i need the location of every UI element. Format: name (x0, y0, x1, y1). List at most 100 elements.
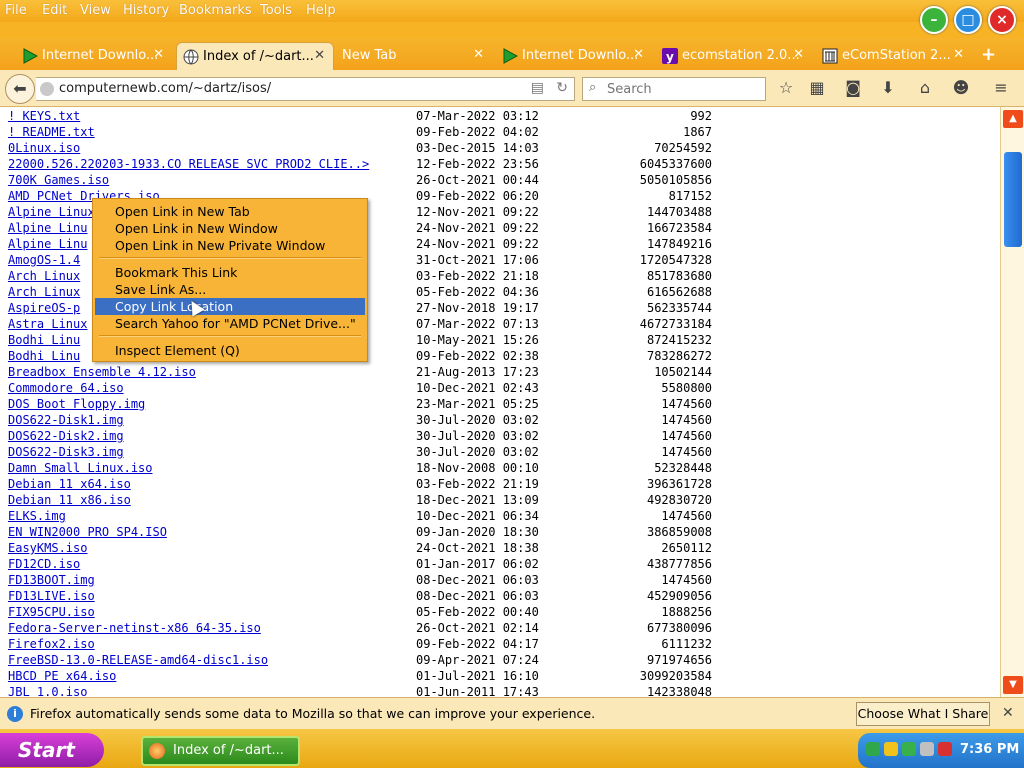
file-link[interactable]: ! KEYS.txt (8, 108, 80, 124)
file-link[interactable]: Debian 11 x64.iso (8, 476, 131, 492)
menu-tools[interactable]: Tools (260, 3, 292, 18)
file-link[interactable]: EN WIN2000 PRO SP4.ISO (8, 524, 167, 540)
file-link[interactable]: Alpine Linu (8, 236, 87, 252)
scroll-up-button[interactable]: ▲ (1003, 110, 1023, 128)
file-size: 2650112 (661, 541, 712, 555)
file-link[interactable]: 700K Games.iso (8, 172, 109, 188)
tab-close-icon[interactable]: ✕ (153, 47, 164, 62)
bookmarks-list-icon[interactable]: ▦ (806, 78, 828, 98)
tab-close-icon[interactable]: ✕ (793, 47, 804, 62)
chat-icon[interactable]: ☻ (950, 78, 972, 98)
close-notification-icon[interactable]: ✕ (1002, 705, 1014, 721)
tab-internet-download-1[interactable]: Internet Downlo... ✕ (16, 42, 172, 70)
home-icon[interactable]: ⌂ (914, 78, 936, 98)
file-link[interactable]: Fedora-Server-netinst-x86 64-35.iso (8, 620, 261, 636)
menu-open-link-private-window[interactable]: Open Link in New Private Window (95, 237, 365, 254)
tools-icon[interactable] (920, 742, 934, 756)
file-link[interactable]: Arch Linux (8, 284, 80, 300)
choose-what-i-share-button[interactable]: Choose What I Share (856, 702, 990, 726)
minimize-button[interactable]: – (920, 6, 948, 34)
file-link[interactable]: HBCD PE x64.iso (8, 668, 116, 684)
file-link[interactable]: Debian 11 x86.iso (8, 492, 131, 508)
file-link[interactable]: Arch Linux (8, 268, 80, 284)
menu-history[interactable]: History (123, 3, 169, 18)
file-link[interactable]: 22000.526.220203-1933.CO RELEASE SVC PRO… (8, 156, 369, 172)
tab-close-icon[interactable]: ✕ (633, 47, 644, 62)
menu-view[interactable]: View (80, 3, 111, 18)
antivirus-icon[interactable] (902, 742, 916, 756)
file-link[interactable]: FD13LIVE.iso (8, 588, 95, 604)
new-tab-button[interactable]: + (981, 44, 996, 65)
file-link[interactable]: FreeBSD-13.0-RELEASE-amd64-disc1.iso (8, 652, 268, 668)
vertical-scrollbar[interactable]: ▲ ▼ (1000, 107, 1024, 697)
file-date: 03-Dec-2015 14:03 (416, 141, 539, 155)
file-link[interactable]: EasyKMS.iso (8, 540, 87, 556)
menu-bookmarks[interactable]: Bookmarks (179, 3, 252, 18)
hamburger-menu-icon[interactable]: ≡ (990, 78, 1012, 98)
file-link[interactable]: DOS622-Disk1.img (8, 412, 124, 428)
menu-copy-link-location[interactable]: Copy Link Location (95, 298, 365, 315)
file-link[interactable]: Alpine Linux (8, 204, 95, 220)
file-link[interactable]: Astra Linux (8, 316, 87, 332)
search-box[interactable]: ⌕ (582, 77, 766, 101)
reload-icon[interactable]: ↻ (556, 80, 568, 96)
file-link[interactable]: Damn Small Linux.iso (8, 460, 153, 476)
file-link[interactable]: Alpine Linu (8, 220, 87, 236)
site-info-icon[interactable] (40, 82, 54, 96)
tab-index-of-dartz[interactable]: Index of /~dart... ✕ (176, 42, 334, 71)
file-link[interactable]: JBL 1.0.iso (8, 684, 87, 697)
tab-close-icon[interactable]: ✕ (473, 47, 484, 62)
scroll-thumb[interactable] (1004, 152, 1022, 247)
file-link[interactable]: DOS622-Disk3.img (8, 444, 124, 460)
menu-edit[interactable]: Edit (42, 3, 67, 18)
shield-icon[interactable] (938, 742, 952, 756)
file-link[interactable]: Commodore 64.iso (8, 380, 124, 396)
start-button[interactable]: Start (0, 733, 104, 767)
file-link[interactable]: Breadbox Ensemble 4.12.iso (8, 364, 196, 380)
file-link[interactable]: FD12CD.iso (8, 556, 80, 572)
menu-inspect-element[interactable]: Inspect Element (Q) (95, 342, 365, 359)
maximize-button[interactable]: □ (954, 6, 982, 34)
downloads-icon[interactable]: ⬇ (877, 78, 899, 98)
tab-new-tab[interactable]: New Tab ✕ (336, 42, 492, 70)
file-link[interactable]: ELKS.img (8, 508, 66, 524)
url-bar[interactable]: computernewb.com/~dartz/isos/ ▤ ↻ (36, 77, 575, 101)
file-link[interactable]: AspireOS-p (8, 300, 80, 316)
close-window-button[interactable]: × (988, 6, 1016, 34)
network-icon[interactable] (866, 742, 880, 756)
file-link[interactable]: ! README.txt (8, 124, 95, 140)
menu-save-link-as[interactable]: Save Link As... (95, 281, 365, 298)
search-input[interactable] (605, 80, 759, 98)
back-button[interactable]: ⬅ (5, 74, 35, 104)
bookmark-star-icon[interactable]: ☆ (775, 78, 797, 98)
file-size: 872415232 (646, 333, 712, 347)
file-link[interactable]: 0Linux.iso (8, 140, 80, 156)
url-text[interactable]: computernewb.com/~dartz/isos/ (59, 81, 271, 96)
file-link[interactable]: DOS622-Disk2.img (8, 428, 124, 444)
scroll-down-button[interactable]: ▼ (1003, 676, 1023, 694)
file-link[interactable]: Bodhi Linu (8, 348, 80, 364)
pocket-icon[interactable]: ◙ (842, 78, 864, 98)
file-link[interactable]: FIX95CPU.iso (8, 604, 95, 620)
file-link[interactable]: Firefox2.iso (8, 636, 95, 652)
security-shield-icon[interactable] (884, 742, 898, 756)
tab-internet-download-2[interactable]: Internet Downlo... ✕ (496, 42, 652, 70)
menu-open-link-new-tab[interactable]: Open Link in New Tab (95, 203, 365, 220)
clock: 7:36 PM (960, 742, 1020, 757)
menu-search-yahoo[interactable]: Search Yahoo for "AMD PCNet Drive..." (95, 315, 365, 332)
menu-help[interactable]: Help (306, 3, 336, 18)
tab-ecomstation-archive[interactable]: eComStation 2... ✕ (816, 42, 972, 70)
taskbar-window-button[interactable]: Index of /~dart... (141, 736, 300, 766)
menu-bookmark-link[interactable]: Bookmark This Link (95, 264, 365, 281)
file-link[interactable]: AmogOS-1.4 (8, 252, 80, 268)
tab-close-icon[interactable]: ✕ (314, 48, 325, 63)
reader-view-icon[interactable]: ▤ (531, 80, 544, 96)
menu-open-link-new-window[interactable]: Open Link in New Window (95, 220, 365, 237)
menu-file[interactable]: File (5, 3, 27, 18)
tab-close-icon[interactable]: ✕ (953, 47, 964, 62)
file-link[interactable]: FD13BOOT.img (8, 572, 95, 588)
tab-ecomstation-yahoo[interactable]: y ecomstation 2.0... ✕ (656, 42, 812, 70)
system-tray: 7:36 PM (858, 733, 1024, 768)
file-link[interactable]: Bodhi Linu (8, 332, 80, 348)
file-link[interactable]: DOS Boot Floppy.img (8, 396, 145, 412)
